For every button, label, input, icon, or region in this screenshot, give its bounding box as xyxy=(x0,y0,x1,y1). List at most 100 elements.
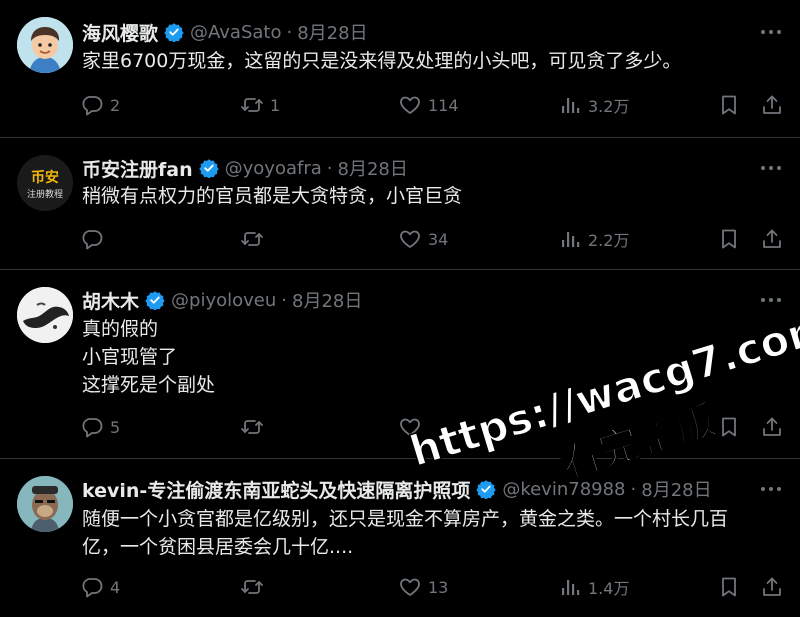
repost-icon xyxy=(240,227,264,251)
ink-avatar-icon xyxy=(17,287,73,343)
handle[interactable]: @kevin78988 xyxy=(502,479,625,500)
separator-dot: · xyxy=(326,157,333,179)
reply-button[interactable]: 5 xyxy=(80,415,120,439)
reply-button[interactable]: 4 xyxy=(80,575,120,599)
repost-button[interactable] xyxy=(240,227,270,251)
avatar[interactable] xyxy=(17,287,73,343)
bookmark-button[interactable] xyxy=(717,575,741,599)
reply-icon xyxy=(80,415,104,439)
share-icon xyxy=(760,227,784,251)
action-bar: 5 xyxy=(80,415,785,441)
repost-icon xyxy=(240,93,264,117)
bookmark-button[interactable] xyxy=(717,93,741,117)
reply-count: 2 xyxy=(110,95,121,115)
like-button[interactable]: 13 xyxy=(398,575,448,599)
cartoon-avatar-icon xyxy=(17,17,73,73)
reply-icon xyxy=(80,227,104,251)
tweet-header: kevin-专注偷渡东南亚蛇头及快速隔离护照项 @kevin78988 · 8月… xyxy=(82,476,712,502)
reply-count: 5 xyxy=(110,417,121,437)
share-button[interactable] xyxy=(760,93,784,117)
bookmark-icon xyxy=(717,575,741,599)
repost-button[interactable]: 1 xyxy=(240,93,280,117)
repost-count: 1 xyxy=(270,95,281,115)
handle[interactable]: @piyoloveu xyxy=(171,290,276,311)
verified-badge-icon xyxy=(199,158,219,178)
display-name[interactable]: 海风樱歌 xyxy=(82,19,158,46)
bookmark-icon xyxy=(717,227,741,251)
reply-icon xyxy=(80,575,104,599)
repost-icon xyxy=(240,415,264,439)
like-count: 114 xyxy=(428,95,459,115)
avatar[interactable]: 币安 注册教程 xyxy=(17,155,73,211)
views-button[interactable]: 2.2万 xyxy=(558,227,629,251)
repost-button[interactable] xyxy=(240,415,264,439)
handle[interactable]: @yoyoafra xyxy=(225,158,322,179)
views-button[interactable]: 1.4万 xyxy=(558,575,629,599)
date[interactable]: 8月28日 xyxy=(297,19,367,45)
more-icon[interactable] xyxy=(760,297,782,303)
repost-button[interactable] xyxy=(240,575,264,599)
display-name[interactable]: kevin-专注偷渡东南亚蛇头及快速隔离护照项 xyxy=(82,476,470,503)
avatar[interactable] xyxy=(17,476,73,532)
tweet-4[interactable]: kevin-专注偷渡东南亚蛇头及快速隔离护照项 @kevin78988 · 8月… xyxy=(0,459,800,617)
more-icon[interactable] xyxy=(760,165,782,171)
date[interactable]: 8月28日 xyxy=(338,155,408,181)
avatar-text-top: 币安 xyxy=(31,170,59,186)
bookmark-button[interactable] xyxy=(717,227,741,251)
tweet-3[interactable]: 胡木木 @piyoloveu · 8月28日 真的假的 小官现管了 这撑死是个副… xyxy=(0,270,800,458)
tweet-text: 真的假的 小官现管了 这撑死是个副处 xyxy=(82,318,216,396)
display-name[interactable]: 胡木木 xyxy=(82,287,139,314)
views-button[interactable]: 3.2万 xyxy=(558,93,629,117)
more-icon[interactable] xyxy=(760,29,782,35)
reply-button[interactable] xyxy=(80,227,110,251)
reply-icon xyxy=(80,93,104,117)
tweet-text: 家里6700万现金，这留的只是没来得及处理的小头吧，可见贪了多少。 xyxy=(82,50,682,72)
tweet-2[interactable]: 币安 注册教程 币安注册fan @yoyoafra · 8月28日 稍微有点权力… xyxy=(0,138,800,269)
avatar-text-bottom: 注册教程 xyxy=(26,190,63,200)
share-icon xyxy=(760,575,784,599)
like-button[interactable]: 114 xyxy=(398,93,459,117)
more-icon[interactable] xyxy=(760,486,782,492)
action-bar: 34 2.2万 xyxy=(80,227,785,253)
tweet-1[interactable]: 海风樱歌 @AvaSato · 8月28日 家里6700万现金，这留的只是没来得… xyxy=(0,0,800,137)
verified-badge-icon xyxy=(476,479,496,499)
ape-avatar-icon xyxy=(17,476,73,532)
handle[interactable]: @AvaSato xyxy=(190,22,281,43)
tweet-header: 胡木木 @piyoloveu · 8月28日 xyxy=(82,287,362,313)
tweet-header: 海风樱歌 @AvaSato · 8月28日 xyxy=(82,19,368,45)
like-count: 13 xyxy=(428,577,449,597)
views-icon xyxy=(558,227,582,251)
views-icon xyxy=(558,575,582,599)
date[interactable]: 8月28日 xyxy=(292,287,362,313)
like-button[interactable] xyxy=(398,415,422,439)
share-button[interactable] xyxy=(760,575,784,599)
views-icon xyxy=(558,93,582,117)
action-bar: 2 1 114 3.2万 xyxy=(80,93,785,119)
views-count: 1.4万 xyxy=(588,579,630,598)
bookmark-icon xyxy=(717,415,741,439)
share-button[interactable] xyxy=(760,415,784,439)
like-button[interactable]: 34 xyxy=(398,227,448,251)
bookmark-button[interactable] xyxy=(717,415,741,439)
views-count: 3.2万 xyxy=(588,97,630,116)
display-name[interactable]: 币安注册fan xyxy=(82,155,193,182)
like-icon xyxy=(398,93,422,117)
separator-dot: · xyxy=(286,21,293,43)
share-button[interactable] xyxy=(760,227,784,251)
separator-dot: · xyxy=(630,478,637,500)
reply-count: 4 xyxy=(110,577,121,597)
verified-badge-icon xyxy=(164,22,184,42)
bookmark-icon xyxy=(717,93,741,117)
tweet-header: 币安注册fan @yoyoafra · 8月28日 xyxy=(82,155,408,181)
separator-dot: · xyxy=(281,289,287,311)
repost-icon xyxy=(240,575,264,599)
reply-button[interactable]: 2 xyxy=(80,93,120,117)
tweet-text: 随便一个小贪官都是亿级别，还只是现金不算房产，黄金之类。一个村长几百亿，一个贫困… xyxy=(82,508,729,558)
action-bar: 4 13 1.4万 xyxy=(80,575,785,601)
like-icon xyxy=(398,227,422,251)
date[interactable]: 8月28日 xyxy=(641,476,711,502)
views-count: 2.2万 xyxy=(588,231,630,250)
share-icon xyxy=(760,93,784,117)
avatar[interactable] xyxy=(17,17,73,73)
share-icon xyxy=(760,415,784,439)
